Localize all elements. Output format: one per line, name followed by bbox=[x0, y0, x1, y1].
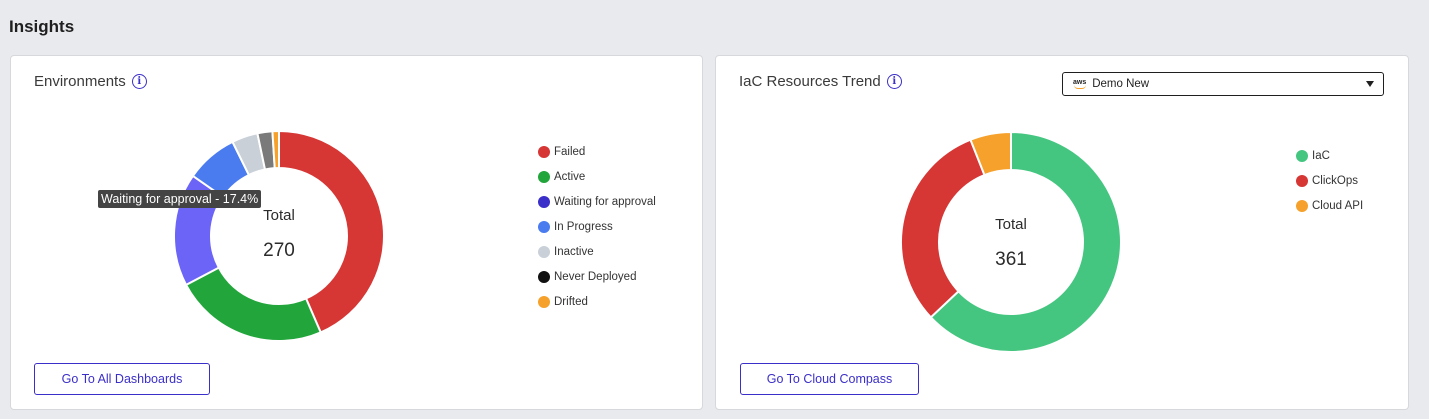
legend-item[interactable]: Inactive bbox=[538, 239, 656, 264]
environments-total-label: Total bbox=[263, 207, 295, 224]
legend-dot bbox=[538, 295, 550, 308]
legend-label: IaC bbox=[1312, 149, 1330, 162]
iac-donut-chart[interactable]: Total 361 bbox=[891, 120, 1131, 360]
go-to-cloud-compass-button[interactable]: Go To Cloud Compass bbox=[740, 363, 919, 395]
legend-label: Inactive bbox=[554, 245, 594, 258]
account-select-value: Demo New bbox=[1092, 78, 1150, 90]
environments-total-value: 270 bbox=[263, 240, 295, 261]
chevron-down-icon bbox=[1366, 81, 1374, 87]
legend-item[interactable]: Waiting for approval bbox=[538, 189, 656, 214]
legend-dot bbox=[538, 245, 550, 258]
legend-label: Drifted bbox=[554, 295, 588, 308]
donut-slice-active[interactable] bbox=[184, 266, 323, 342]
chart-tooltip: Waiting for approval - 17.4% bbox=[98, 190, 262, 208]
legend-dot bbox=[1296, 199, 1308, 212]
environments-title: Environments i bbox=[34, 73, 147, 90]
donut-slice-clickops[interactable] bbox=[900, 138, 986, 319]
legend-label: In Progress bbox=[554, 220, 613, 233]
legend-label: Waiting for approval bbox=[554, 195, 656, 208]
legend-dot bbox=[1296, 149, 1308, 162]
iac-legend: IaC ClickOps Cloud API bbox=[1296, 143, 1363, 218]
legend-item[interactable]: Drifted bbox=[538, 289, 656, 314]
legend-label: Cloud API bbox=[1312, 199, 1364, 212]
info-icon[interactable]: i bbox=[131, 74, 147, 89]
iac-resources-card: IaC Resources Trend i aws Demo New Total… bbox=[715, 55, 1409, 410]
go-to-all-dashboards-button[interactable]: Go To All Dashboards bbox=[34, 363, 210, 395]
legend-item[interactable]: Cloud API bbox=[1296, 193, 1363, 218]
legend-dot bbox=[538, 220, 550, 233]
iac-total-label: Total bbox=[995, 216, 1027, 233]
iac-title: IaC Resources Trend i bbox=[739, 73, 902, 90]
environments-card: Environments i Total 270 Waiting for app… bbox=[10, 55, 703, 410]
iac-total-value: 361 bbox=[995, 249, 1027, 270]
donut-slice-drifted[interactable] bbox=[271, 129, 280, 170]
legend-item[interactable]: Active bbox=[538, 164, 656, 189]
legend-item[interactable]: ClickOps bbox=[1296, 168, 1363, 193]
legend-dot bbox=[538, 145, 550, 158]
page-title: Insights bbox=[9, 17, 75, 36]
aws-icon: aws bbox=[1073, 79, 1086, 89]
environments-donut-chart[interactable]: Total 270 bbox=[161, 116, 401, 356]
legend-item[interactable]: Never Deployed bbox=[538, 264, 656, 289]
environments-legend: Failed Active Waiting for approval In Progr… bbox=[538, 139, 656, 314]
info-icon[interactable]: i bbox=[886, 74, 902, 89]
legend-dot bbox=[1296, 174, 1308, 187]
legend-dot bbox=[538, 170, 550, 183]
account-select[interactable]: aws Demo New bbox=[1062, 72, 1384, 96]
legend-item[interactable]: IaC bbox=[1296, 143, 1363, 168]
legend-label: Failed bbox=[554, 145, 586, 158]
environments-title-text: Environments bbox=[34, 73, 126, 90]
legend-label: Active bbox=[554, 170, 586, 183]
legend-dot bbox=[538, 195, 550, 208]
legend-item[interactable]: Failed bbox=[538, 139, 656, 164]
iac-title-text: IaC Resources Trend bbox=[739, 73, 881, 90]
legend-item[interactable]: In Progress bbox=[538, 214, 656, 239]
legend-label: Never Deployed bbox=[554, 270, 637, 283]
legend-dot bbox=[538, 270, 550, 283]
legend-label: ClickOps bbox=[1312, 174, 1359, 187]
